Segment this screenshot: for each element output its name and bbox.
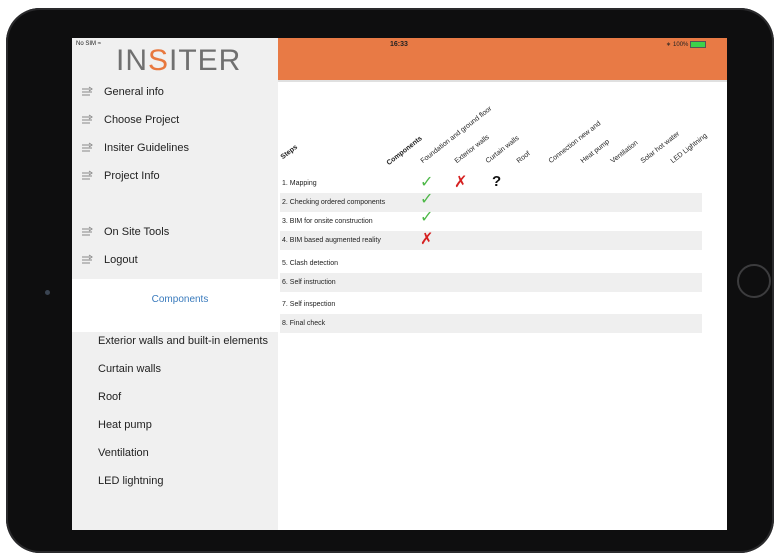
table-row[interactable]: 2. Checking ordered components <box>280 193 702 212</box>
step-label: 5. Clash detection <box>282 260 339 267</box>
component-item[interactable]: Curtain walls <box>98 363 161 375</box>
battery-icon <box>690 41 707 48</box>
check-icon: ✓ <box>420 209 434 226</box>
table-row[interactable]: 5. Clash detection <box>280 254 702 273</box>
home-button[interactable] <box>737 264 771 298</box>
component-item[interactable]: Heat pump <box>98 419 152 431</box>
cross-icon: ✗ <box>454 174 468 191</box>
menu-item-choose-project[interactable]: Choose Project <box>72 108 288 132</box>
menu-item-project-info[interactable]: Project Info <box>72 164 288 188</box>
menu-label: Choose Project <box>104 114 180 126</box>
column-header: Connection new and <box>547 120 603 165</box>
cross-icon: ✗ <box>420 231 434 248</box>
menu-label: Logout <box>104 254 138 266</box>
logo-part1: IN <box>116 44 148 77</box>
menu-item-general-info[interactable]: General info <box>72 80 288 104</box>
sidebar: No SIM ≈ INSITER General info Choose Pro… <box>72 38 288 530</box>
menu-label: Insiter Guidelines <box>104 142 189 154</box>
step-label: 2. Checking ordered components <box>282 199 386 206</box>
menu-arrows-icon <box>82 170 93 180</box>
carrier-status: No SIM ≈ <box>76 41 101 47</box>
menu-item-on-site-tools[interactable]: On Site Tools <box>72 220 288 244</box>
steps-header: Steps <box>279 143 300 161</box>
question-icon: ? <box>492 173 502 190</box>
step-label: 4. BIM based augmented reality <box>282 237 381 244</box>
battery-status: ∗ 100% <box>666 41 707 48</box>
menu-arrows-icon <box>82 254 93 264</box>
component-item[interactable]: Roof <box>98 391 121 403</box>
column-header: Ventilation <box>609 139 640 165</box>
carrier-label: No SIM <box>76 41 97 47</box>
table-row[interactable]: 1. Mapping <box>280 174 702 193</box>
bluetooth-icon: ∗ <box>666 42 672 48</box>
menu-item-insiter-guidelines[interactable]: Insiter Guidelines <box>72 136 288 160</box>
camera-dot <box>45 290 50 295</box>
components-header-block <box>72 279 288 332</box>
component-item[interactable]: LED lightning <box>98 475 163 487</box>
table-row[interactable]: 7. Self inspection <box>280 295 702 314</box>
component-item[interactable]: Exterior walls and built-in elements <box>98 335 268 347</box>
steps-components-table: Steps Components Foundation and ground f… <box>278 82 727 530</box>
check-icon: ✓ <box>420 174 434 191</box>
column-header: Roof <box>515 150 532 165</box>
step-label: 3. BIM for onsite construction <box>282 218 373 225</box>
table-row[interactable]: 6. Self instruction <box>280 273 702 292</box>
battery-percent: 100% <box>673 41 689 48</box>
step-label: 8. Final check <box>282 320 326 327</box>
logo-part3: ITER <box>169 44 242 77</box>
status-time: 16:33 <box>390 41 408 48</box>
menu-label: General info <box>104 86 164 98</box>
menu-arrows-icon <box>82 226 93 236</box>
app-screen: No SIM ≈ INSITER General info Choose Pro… <box>72 38 727 530</box>
table-row[interactable]: 8. Final check <box>280 314 702 333</box>
table-row[interactable]: 3. BIM for onsite construction <box>280 212 702 231</box>
step-label: 1. Mapping <box>282 180 317 187</box>
menu-label: Project Info <box>104 170 160 182</box>
check-icon: ✓ <box>420 191 434 208</box>
menu-item-logout[interactable]: Logout <box>72 248 288 272</box>
menu-arrows-icon <box>82 86 93 96</box>
menu-label: On Site Tools <box>104 226 170 238</box>
header-bar: 16:33 ∗ 100% <box>278 38 727 80</box>
insiter-logo: INSITER <box>116 44 241 78</box>
step-label: 7. Self inspection <box>282 301 336 308</box>
components-header: Components <box>385 135 424 167</box>
components-title: Components <box>151 294 209 305</box>
menu-arrows-icon <box>82 114 93 124</box>
menu-arrows-icon <box>82 142 93 152</box>
wifi-icon: ≈ <box>97 41 101 47</box>
column-header: Heat pump <box>579 138 611 165</box>
table-row[interactable]: 4. BIM based augmented reality <box>280 231 702 250</box>
component-item[interactable]: Ventilation <box>98 447 149 459</box>
step-label: 6. Self instruction <box>282 279 336 286</box>
logo-part2: S <box>148 44 170 77</box>
